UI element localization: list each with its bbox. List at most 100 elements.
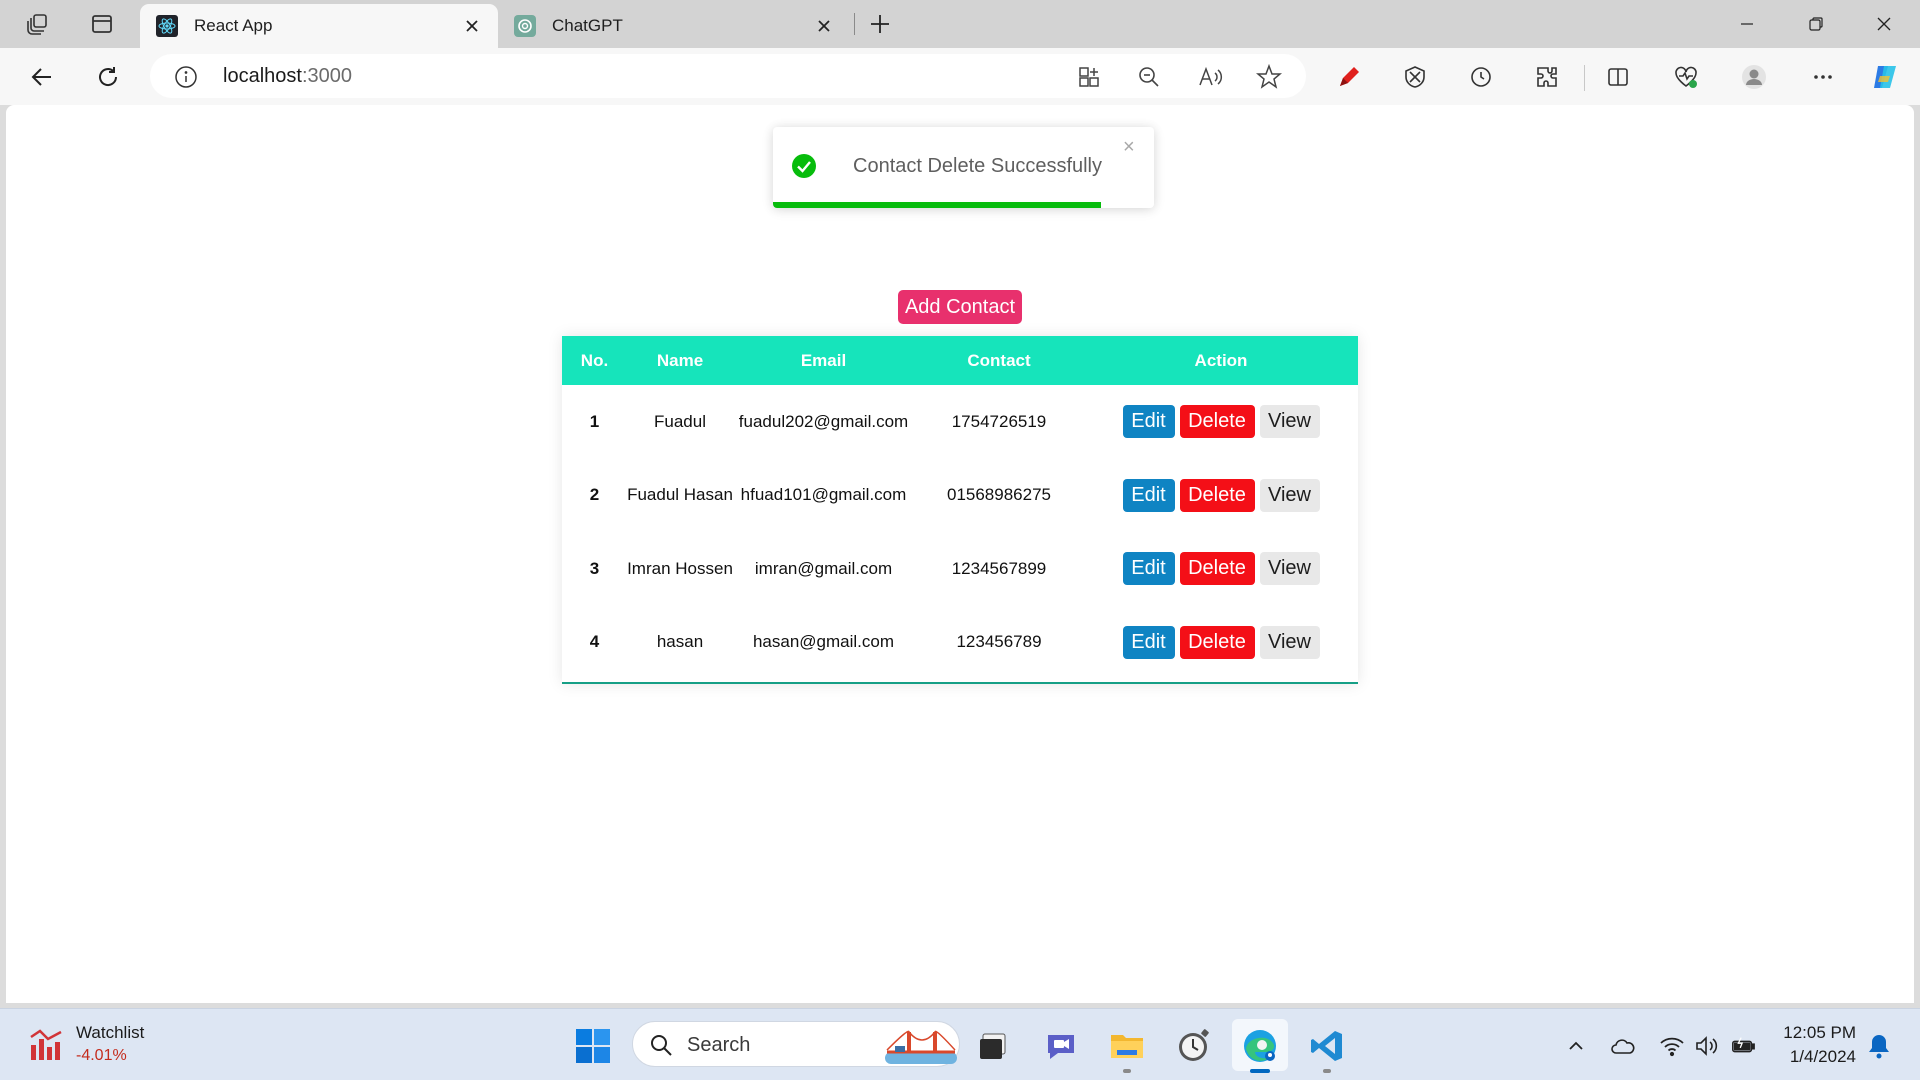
back-icon[interactable]	[25, 60, 59, 94]
zoom-out-icon[interactable]	[1134, 62, 1164, 92]
close-window-icon[interactable]	[1868, 8, 1900, 40]
toast-message: Contact Delete Successfully	[853, 155, 1103, 177]
browser-toolbar: localhost:3000	[0, 48, 1920, 105]
notification-bell-icon[interactable]	[1866, 1033, 1892, 1059]
toast-progress-bar	[773, 202, 1101, 208]
contact-email: hasan@gmail.com	[752, 632, 895, 652]
column-header-email: Email	[800, 350, 847, 370]
active-indicator	[1250, 1069, 1270, 1073]
edit-button[interactable]: Edit	[1122, 478, 1175, 512]
tab-actions-icon[interactable]	[88, 10, 116, 38]
extensions-icon[interactable]	[1530, 60, 1564, 94]
clock-time[interactable]: 12:05 PM	[1778, 1023, 1856, 1043]
table-row: 1 Fuadul fuadul202@gmail.com 1754726519 …	[562, 385, 1358, 459]
watchlist-change: -4.01%	[76, 1047, 127, 1064]
contact-phone: 123456789	[956, 632, 1042, 652]
favorite-star-icon[interactable]	[1254, 62, 1284, 92]
delete-button[interactable]: Delete	[1179, 552, 1255, 586]
contact-phone: 1234567899	[951, 558, 1047, 578]
view-button[interactable]: View	[1259, 405, 1320, 439]
contact-phone: 1754726519	[951, 411, 1047, 431]
column-header-no: No.	[580, 350, 609, 370]
table-header-row: No. Name Email Contact Action	[562, 336, 1358, 385]
delete-button[interactable]: Delete	[1179, 405, 1255, 439]
tab-title: ChatGPT	[552, 16, 623, 35]
contact-name: hasan	[656, 632, 704, 652]
minimize-icon[interactable]	[1731, 8, 1763, 40]
close-tab-icon[interactable]	[812, 14, 836, 38]
workspaces-icon[interactable]	[24, 10, 52, 38]
wifi-icon[interactable]	[1659, 1033, 1685, 1059]
pen-extension-icon[interactable]	[1332, 60, 1366, 94]
contact-name: Fuadul Hasan	[627, 485, 733, 505]
task-view-icon[interactable]	[974, 1027, 1012, 1065]
volume-icon[interactable]	[1694, 1033, 1720, 1059]
url-text[interactable]: localhost:3000	[223, 65, 352, 88]
close-tab-icon[interactable]	[460, 14, 484, 38]
site-info-icon[interactable]	[174, 65, 198, 89]
row-actions: Edit Delete View	[1084, 459, 1358, 533]
taskbar-search[interactable]: Search	[632, 1021, 960, 1067]
copilot-icon[interactable]	[1868, 60, 1902, 94]
delete-button[interactable]: Delete	[1179, 625, 1255, 659]
refresh-icon[interactable]	[91, 60, 125, 94]
row-actions: Edit Delete View	[1084, 606, 1358, 680]
row-number: 4	[589, 632, 600, 652]
contact-email: hfuad101@gmail.com	[740, 485, 907, 505]
stock-chart-icon[interactable]	[28, 1027, 64, 1063]
add-contact-button[interactable]: Add Contact	[898, 290, 1022, 324]
onedrive-cloud-icon[interactable]	[1610, 1033, 1636, 1059]
edit-button[interactable]: Edit	[1122, 625, 1175, 659]
new-tab-icon[interactable]	[866, 10, 894, 38]
view-button[interactable]: View	[1259, 552, 1320, 586]
toolbar-divider	[1584, 65, 1585, 91]
split-screen-icon[interactable]	[1601, 60, 1635, 94]
address-bar[interactable]: localhost:3000	[150, 54, 1306, 98]
search-icon	[651, 1035, 672, 1056]
row-actions: Edit Delete View	[1084, 532, 1358, 606]
tab-title: React App	[194, 16, 273, 35]
column-header-name: Name	[656, 350, 704, 370]
edit-button[interactable]: Edit	[1122, 552, 1175, 586]
delete-button[interactable]: Delete	[1179, 478, 1255, 512]
clock-date[interactable]: 1/4/2024	[1770, 1047, 1856, 1067]
windows-start-icon[interactable]	[574, 1027, 612, 1065]
show-hidden-icons-icon[interactable]	[1563, 1033, 1589, 1059]
tab-react-app[interactable]: React App	[140, 4, 498, 48]
view-button[interactable]: View	[1259, 625, 1320, 659]
teams-meet-icon[interactable]	[1042, 1027, 1080, 1065]
watchlist-title[interactable]: Watchlist	[76, 1023, 144, 1043]
column-header-contact: Contact	[967, 350, 1031, 370]
contact-email: fuadul202@gmail.com	[738, 411, 909, 431]
row-number: 2	[589, 485, 600, 505]
url-host: localhost	[223, 65, 302, 87]
clock-app-icon[interactable]	[1174, 1027, 1212, 1065]
contact-name: Fuadul	[654, 411, 706, 431]
app-available-icon[interactable]	[1074, 62, 1104, 92]
contact-email: imran@gmail.com	[754, 558, 893, 578]
browser-essentials-icon[interactable]	[1669, 60, 1703, 94]
edge-browser-icon[interactable]	[1241, 1027, 1279, 1065]
search-placeholder: Search	[687, 1034, 751, 1056]
column-header-action: Action	[1194, 350, 1248, 370]
page-viewport: Contact Delete Successfully × Add Contac…	[6, 105, 1914, 1003]
extension-shield-icon[interactable]	[1398, 60, 1432, 94]
toast-close-icon[interactable]: ×	[1123, 137, 1135, 157]
table-row: 2 Fuadul Hasan hfuad101@gmail.com 015689…	[562, 459, 1358, 533]
file-explorer-icon[interactable]	[1108, 1027, 1146, 1065]
restore-icon[interactable]	[1800, 8, 1832, 40]
running-indicator	[1323, 1069, 1331, 1073]
battery-icon[interactable]	[1730, 1033, 1756, 1059]
more-options-icon[interactable]	[1806, 60, 1840, 94]
edit-button[interactable]: Edit	[1122, 405, 1175, 439]
vscode-icon[interactable]	[1308, 1027, 1346, 1065]
tab-chatgpt[interactable]: ChatGPT	[498, 4, 850, 48]
contact-phone: 01568986275	[946, 485, 1051, 505]
history-icon[interactable]	[1464, 60, 1498, 94]
read-aloud-icon[interactable]	[1195, 62, 1225, 92]
toast-notification[interactable]: Contact Delete Successfully ×	[773, 127, 1154, 208]
react-icon	[156, 15, 178, 37]
view-button[interactable]: View	[1259, 478, 1320, 512]
table-row: 4 hasan hasan@gmail.com 123456789 Edit D…	[562, 606, 1358, 680]
profile-avatar-icon[interactable]	[1737, 60, 1771, 94]
